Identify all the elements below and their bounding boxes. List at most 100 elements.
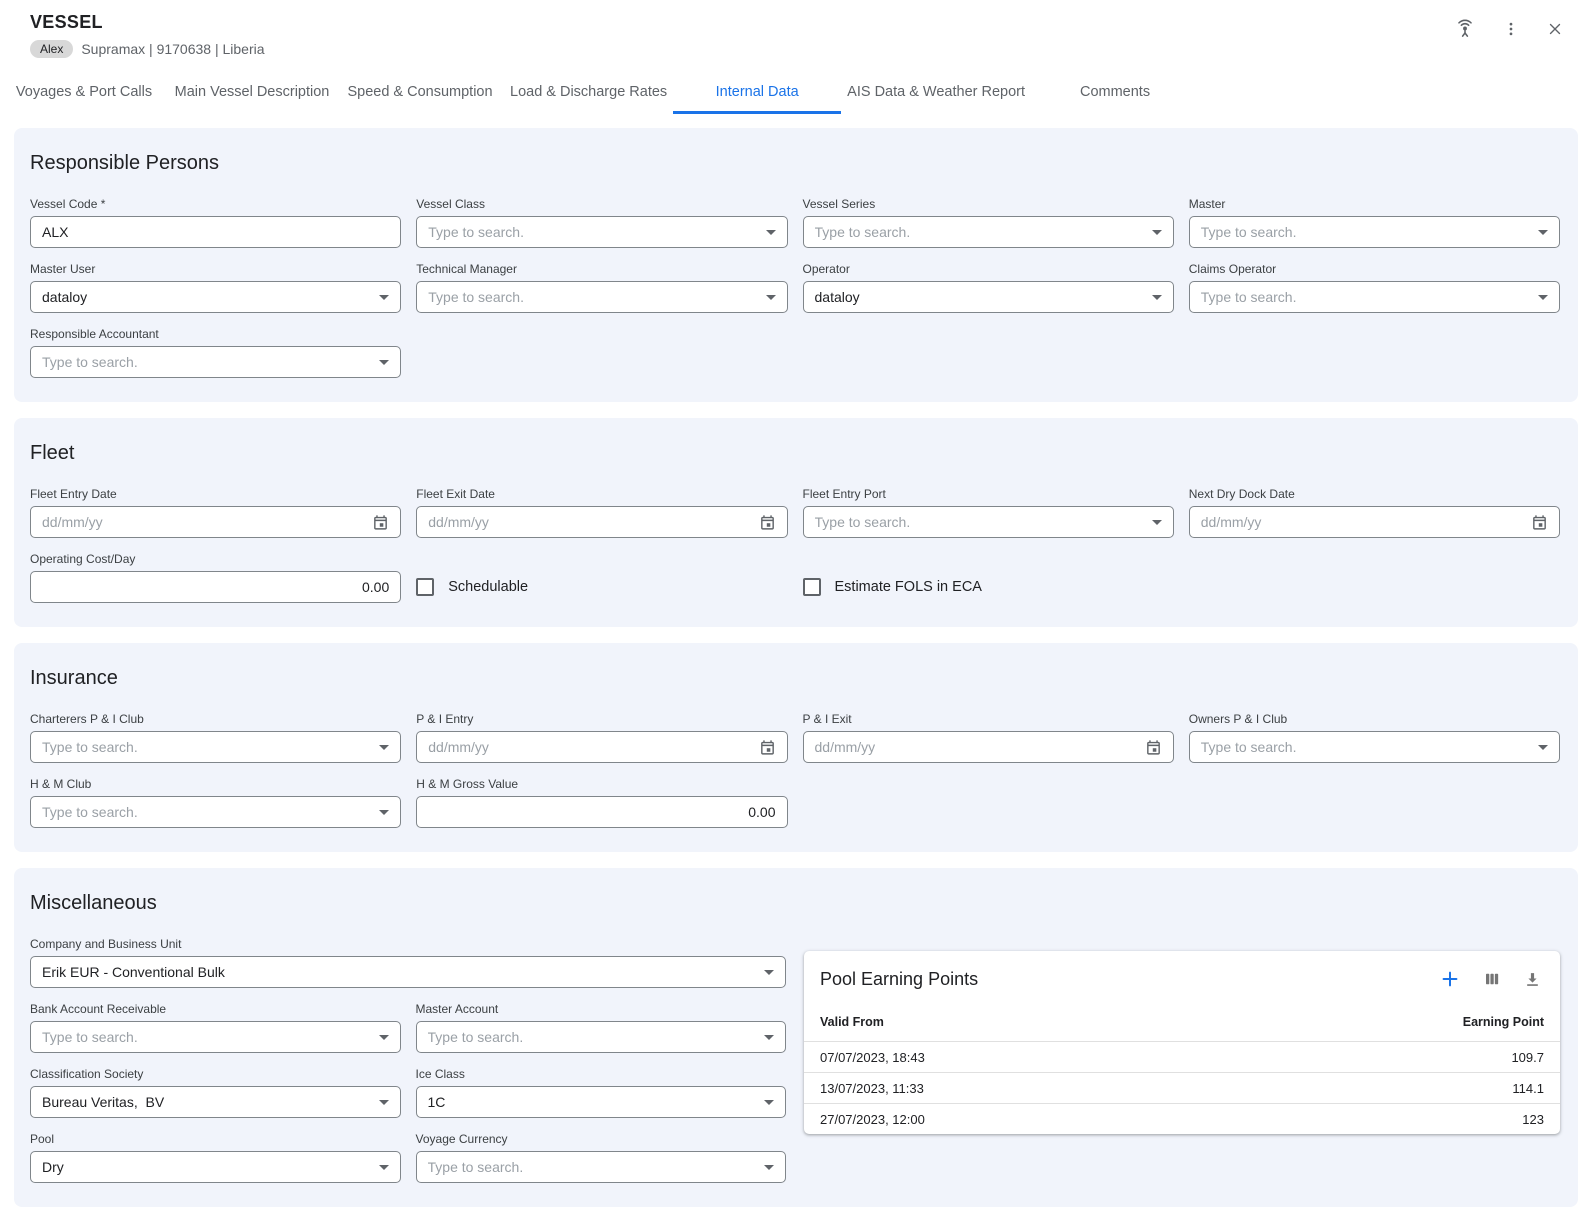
tab-comments[interactable]: Comments	[1031, 72, 1199, 114]
chevron-down-icon[interactable]	[1538, 230, 1548, 235]
master-account-field: Master Account	[416, 1002, 787, 1053]
pi-entry-input[interactable]	[428, 739, 750, 755]
estimate-fols-checkbox[interactable]	[803, 578, 821, 596]
tab-ais-data-weather-report[interactable]: AIS Data & Weather Report	[841, 72, 1031, 114]
chevron-down-icon[interactable]	[379, 295, 389, 300]
chevron-down-icon[interactable]	[379, 1165, 389, 1170]
chevron-down-icon[interactable]	[764, 970, 774, 975]
table-header: Valid From Earning Point	[804, 1002, 1560, 1041]
earning-point-cell: 123	[1522, 1112, 1544, 1127]
chevron-down-icon[interactable]	[764, 1165, 774, 1170]
responsible-accountant-field: Responsible Accountant	[30, 327, 401, 378]
chevron-down-icon[interactable]	[379, 360, 389, 365]
chevron-down-icon[interactable]	[1538, 295, 1548, 300]
estimate-fols-label: Estimate FOLS in ECA	[835, 579, 982, 595]
antenna-broadcast-icon[interactable]	[1454, 18, 1476, 40]
chevron-down-icon[interactable]	[764, 1035, 774, 1040]
download-icon[interactable]	[1523, 970, 1542, 989]
owners-pi-club-field: Owners P & I Club	[1189, 712, 1560, 763]
fleet-entry-port-input[interactable]	[815, 514, 1144, 530]
owners-pi-club-input[interactable]	[1201, 739, 1530, 755]
calendar-icon[interactable]	[759, 514, 776, 531]
master-user-input[interactable]	[42, 289, 371, 305]
table-row[interactable]: 07/07/2023, 18:43 109.7	[804, 1041, 1560, 1072]
bank-account-receivable-field: Bank Account Receivable	[30, 1002, 401, 1053]
calendar-icon[interactable]	[759, 739, 776, 756]
fleet-entry-date-input[interactable]	[42, 514, 364, 530]
technical-manager-input[interactable]	[428, 289, 757, 305]
claims-operator-field: Claims Operator	[1189, 262, 1560, 313]
panel-title: Pool Earning Points	[820, 969, 978, 990]
bank-account-receivable-input[interactable]	[42, 1029, 371, 1045]
master-account-input[interactable]	[428, 1029, 757, 1045]
section-title: Miscellaneous	[30, 892, 1560, 915]
master-input[interactable]	[1201, 224, 1530, 240]
ice-class-field: Ice Class	[416, 1067, 787, 1118]
calendar-icon[interactable]	[372, 514, 389, 531]
hm-club-field: H & M Club	[30, 777, 401, 828]
valid-from-cell: 13/07/2023, 11:33	[820, 1081, 924, 1096]
charterers-pi-club-input[interactable]	[42, 739, 371, 755]
chevron-down-icon[interactable]	[764, 1100, 774, 1105]
tab-load-discharge-rates[interactable]: Load & Discharge Rates	[504, 72, 673, 114]
next-dry-dock-date-input[interactable]	[1201, 514, 1523, 530]
responsible-accountant-input[interactable]	[42, 354, 371, 370]
ice-class-input[interactable]	[428, 1094, 757, 1110]
table-row[interactable]: 27/07/2023, 12:00 123	[804, 1103, 1560, 1134]
chevron-down-icon[interactable]	[1538, 745, 1548, 750]
tab-main-vessel-description[interactable]: Main Vessel Description	[168, 72, 336, 114]
section-title: Insurance	[30, 667, 1560, 690]
operator-input[interactable]	[815, 289, 1144, 305]
charterers-pi-club-field: Charterers P & I Club	[30, 712, 401, 763]
schedulable-field: Schedulable	[416, 552, 787, 603]
chevron-down-icon[interactable]	[1152, 295, 1162, 300]
vessel-class-input[interactable]	[428, 224, 757, 240]
hm-gross-value-input[interactable]	[428, 804, 775, 820]
valid-from-cell: 07/07/2023, 18:43	[820, 1050, 925, 1065]
calendar-icon[interactable]	[1145, 739, 1162, 756]
chevron-down-icon[interactable]	[1152, 230, 1162, 235]
technical-manager-field: Technical Manager	[416, 262, 787, 313]
calendar-icon[interactable]	[1531, 514, 1548, 531]
tab-voyages-port-calls[interactable]: Voyages & Port Calls	[0, 72, 168, 114]
hm-club-input[interactable]	[42, 804, 371, 820]
company-business-unit-field: Company and Business Unit	[30, 937, 786, 988]
add-row-icon[interactable]	[1439, 968, 1461, 990]
pi-entry-field: P & I Entry	[416, 712, 787, 763]
chevron-down-icon[interactable]	[766, 230, 776, 235]
chevron-down-icon[interactable]	[379, 810, 389, 815]
pool-input[interactable]	[42, 1159, 371, 1175]
table-row[interactable]: 13/07/2023, 11:33 114.1	[804, 1072, 1560, 1103]
voyage-currency-input[interactable]	[428, 1159, 757, 1175]
estimate-fols-field: Estimate FOLS in ECA	[803, 552, 1174, 603]
classification-society-field: Classification Society	[30, 1067, 401, 1118]
schedulable-checkbox[interactable]	[416, 578, 434, 596]
claims-operator-input[interactable]	[1201, 289, 1530, 305]
window-header: VESSEL Alex Supramax | 9170638 | Liberia	[0, 0, 1592, 58]
chevron-down-icon[interactable]	[379, 1100, 389, 1105]
vessel-subtitle: Supramax | 9170638 | Liberia	[81, 41, 264, 57]
chevron-down-icon[interactable]	[766, 295, 776, 300]
classification-society-input[interactable]	[42, 1094, 371, 1110]
chevron-down-icon[interactable]	[379, 745, 389, 750]
vessel-code-input[interactable]	[42, 224, 389, 240]
company-business-unit-input[interactable]	[42, 964, 756, 980]
col-earning-point: Earning Point	[1463, 1015, 1544, 1029]
operating-cost-day-input[interactable]	[42, 579, 389, 595]
col-valid-from: Valid From	[820, 1015, 884, 1029]
tab-speed-consumption[interactable]: Speed & Consumption	[336, 72, 504, 114]
operator-field: Operator	[803, 262, 1174, 313]
operating-cost-day-field: Operating Cost/Day	[30, 552, 401, 603]
fleet-exit-date-input[interactable]	[428, 514, 750, 530]
vessel-code-field: Vessel Code *	[30, 197, 401, 248]
chevron-down-icon[interactable]	[379, 1035, 389, 1040]
tab-internal-data[interactable]: Internal Data	[673, 72, 841, 114]
vessel-series-input[interactable]	[815, 224, 1144, 240]
tab-bar: Voyages & Port Calls Main Vessel Descrip…	[0, 72, 1592, 114]
chevron-down-icon[interactable]	[1152, 520, 1162, 525]
vessel-class-field: Vessel Class	[416, 197, 787, 248]
close-icon[interactable]	[1546, 20, 1564, 38]
pi-exit-input[interactable]	[815, 739, 1137, 755]
columns-icon[interactable]	[1483, 970, 1501, 988]
kebab-menu-icon[interactable]	[1502, 20, 1520, 38]
